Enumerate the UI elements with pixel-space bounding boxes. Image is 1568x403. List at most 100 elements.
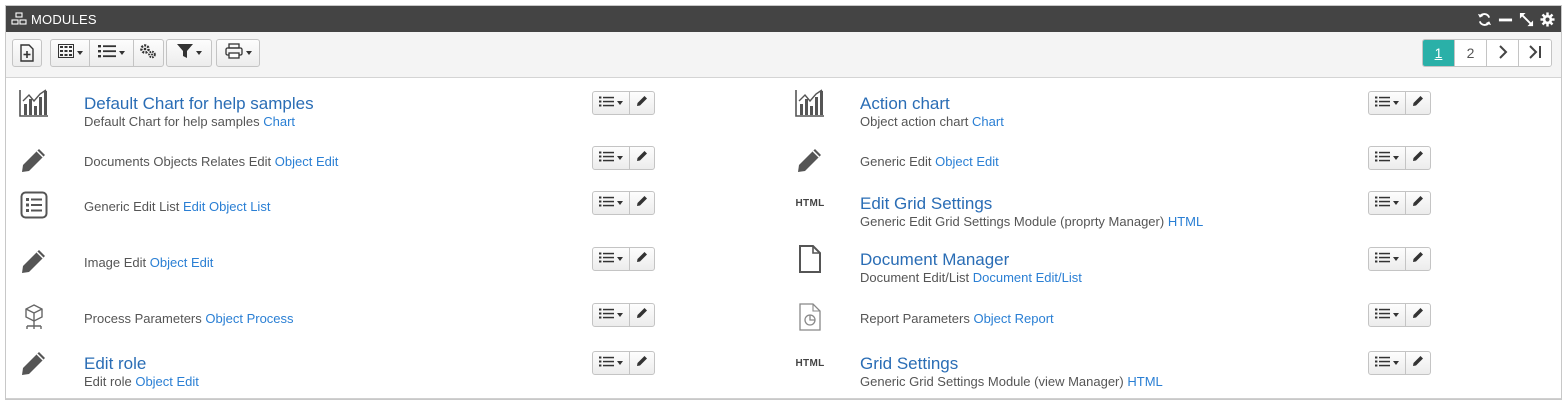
module-type-link[interactable]: Object Edit [935, 154, 999, 169]
module-edit-button[interactable] [630, 304, 654, 326]
module-menu-button[interactable] [593, 92, 630, 114]
module-edit-button[interactable] [1406, 92, 1430, 114]
chevron-right-icon [1498, 44, 1508, 62]
process-icon [19, 302, 49, 332]
module-menu-button[interactable] [1369, 192, 1406, 214]
module-actions [592, 146, 655, 170]
module-description: Default Chart for help samples Chart [84, 114, 295, 129]
module-title[interactable]: Action chart [860, 94, 950, 114]
document-icon [795, 244, 825, 274]
module-title[interactable]: Grid Settings [860, 354, 958, 374]
module-edit-button[interactable] [1406, 352, 1430, 374]
pencil-icon [1412, 194, 1424, 212]
expand-icon[interactable] [1519, 12, 1534, 27]
refresh-icon[interactable] [1477, 12, 1492, 27]
chevron-down-icon [617, 313, 623, 317]
pencil-icon [795, 145, 825, 175]
print-icon [224, 42, 243, 64]
module-menu-button[interactable] [593, 304, 630, 326]
module-description: Generic Edit List Edit Object List [84, 199, 270, 214]
panel-header: MODULES [6, 6, 1561, 32]
module-type-link[interactable]: Edit Object List [183, 199, 270, 214]
pencil-icon [1412, 94, 1424, 112]
bar-chart-icon [795, 88, 825, 118]
list-view-icon [599, 306, 614, 324]
list-view-icon [599, 250, 614, 268]
module-type-link[interactable]: Object Process [205, 311, 293, 326]
module-edit-button[interactable] [1406, 192, 1430, 214]
chevron-down-icon [617, 101, 623, 105]
list-view-icon [1375, 354, 1390, 372]
pagination: 1 2 [1422, 39, 1552, 67]
html-icon: HTML [795, 357, 825, 369]
module-menu-button[interactable] [1369, 304, 1406, 326]
modules-panel: MODULES 1 2 Default Chart for help sampl… [5, 5, 1562, 400]
module-title[interactable]: Default Chart for help samples [84, 94, 314, 114]
gears-button[interactable] [134, 40, 163, 66]
module-description: Object action chart Chart [860, 114, 1004, 129]
page-2-button[interactable]: 2 [1455, 40, 1487, 66]
list-view-icon [1375, 94, 1390, 112]
chevron-down-icon [195, 51, 202, 55]
chevron-down-icon [617, 201, 623, 205]
module-type-link[interactable]: Object Report [973, 311, 1053, 326]
module-edit-button[interactable] [1406, 147, 1430, 169]
filter-button[interactable] [167, 40, 211, 66]
settings-icon[interactable] [1540, 11, 1555, 27]
module-description: Generic Grid Settings Module (view Manag… [860, 374, 1163, 389]
list-view-button[interactable] [90, 40, 134, 66]
chevron-down-icon [1393, 101, 1399, 105]
module-type-link[interactable]: Object Edit [275, 154, 339, 169]
list-icon [19, 190, 49, 220]
module-menu-button[interactable] [1369, 147, 1406, 169]
module-menu-button[interactable] [593, 248, 630, 270]
module-menu-button[interactable] [593, 352, 630, 374]
module-title[interactable]: Document Manager [860, 250, 1009, 270]
module-edit-button[interactable] [1406, 304, 1430, 326]
last-page-button[interactable] [1519, 40, 1551, 66]
module-type-link[interactable]: HTML [1127, 374, 1162, 389]
chevron-down-icon [76, 51, 83, 55]
chevron-down-icon [617, 257, 623, 261]
list-view-icon [97, 44, 116, 63]
module-title[interactable]: Edit role [84, 354, 146, 374]
module-type-link[interactable]: Chart [972, 114, 1004, 129]
module-edit-button[interactable] [630, 192, 654, 214]
chevron-down-icon [1393, 257, 1399, 261]
module-description-text: Generic Edit Grid Settings Module (propr… [860, 214, 1165, 229]
module-actions [592, 91, 655, 115]
chevron-down-icon [1393, 156, 1399, 160]
next-page-button[interactable] [1487, 40, 1519, 66]
module-menu-button[interactable] [1369, 92, 1406, 114]
module-edit-button[interactable] [630, 147, 654, 169]
add-module-button[interactable] [12, 39, 42, 67]
pencil-icon [636, 194, 648, 212]
module-edit-button[interactable] [630, 248, 654, 270]
module-edit-button[interactable] [630, 92, 654, 114]
module-type-link[interactable]: Document Edit/List [973, 270, 1082, 285]
module-title[interactable]: Edit Grid Settings [860, 194, 992, 214]
module-description: Report Parameters Object Report [860, 311, 1054, 326]
module-type-link[interactable]: HTML [1168, 214, 1203, 229]
print-button[interactable] [217, 40, 259, 66]
list-view-icon [599, 354, 614, 372]
page-1-button[interactable]: 1 [1423, 40, 1455, 66]
module-menu-button[interactable] [1369, 352, 1406, 374]
grid-view-button[interactable] [51, 40, 91, 66]
module-description-text: Generic Edit List [84, 199, 180, 214]
module-menu-button[interactable] [593, 192, 630, 214]
last-page-icon [1528, 44, 1542, 62]
module-menu-button[interactable] [593, 147, 630, 169]
module-edit-button[interactable] [1406, 248, 1430, 270]
module-actions [592, 303, 655, 327]
module-type-link[interactable]: Object Edit [150, 255, 214, 270]
module-menu-button[interactable] [1369, 248, 1406, 270]
module-type-link[interactable]: Chart [263, 114, 295, 129]
pencil-icon [19, 246, 49, 276]
module-type-link[interactable]: Object Edit [135, 374, 199, 389]
print-button-group [216, 39, 260, 67]
module-actions [592, 351, 655, 375]
minimize-icon[interactable] [1498, 12, 1513, 27]
pencil-icon [19, 145, 49, 175]
module-edit-button[interactable] [630, 352, 654, 374]
